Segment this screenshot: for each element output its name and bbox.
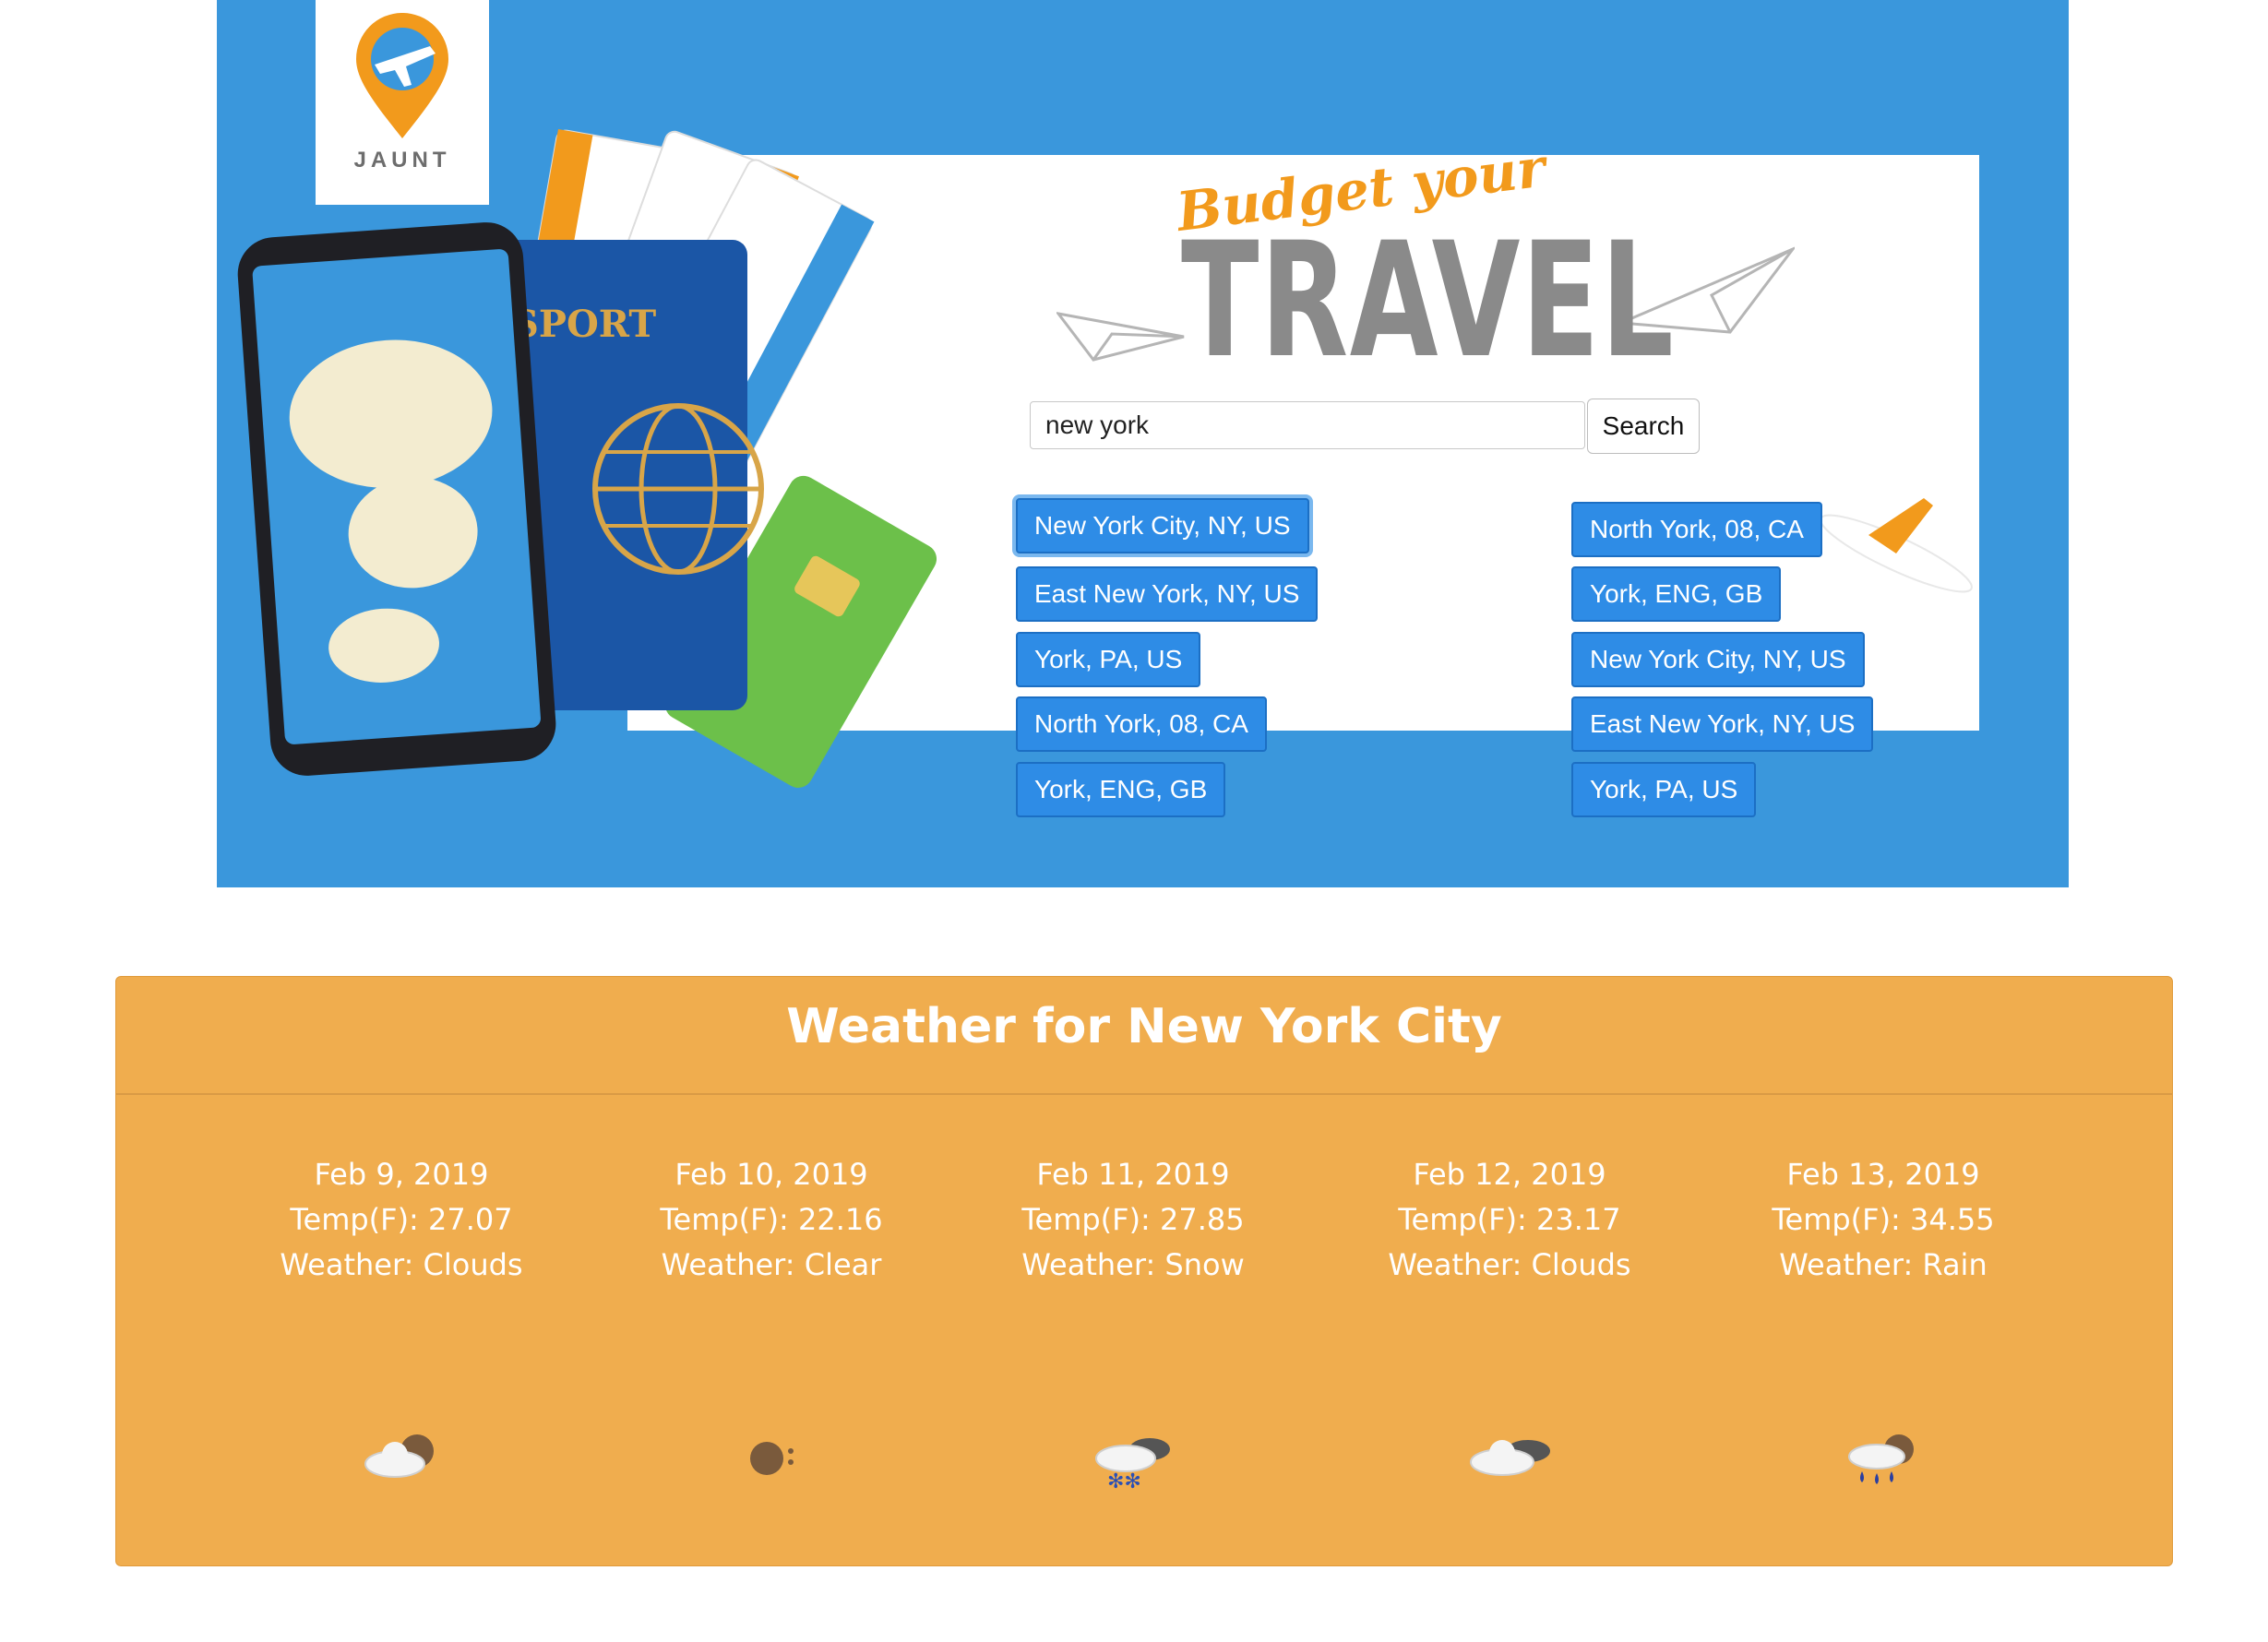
divider [116,1093,2172,1095]
forecast-temp: Temp(F): 23.17 [1398,1202,1621,1237]
search-button[interactable]: Search [1587,399,1700,454]
svg-text:SPORT: SPORT [512,303,656,346]
cloud-icon [1325,1429,1694,1493]
svg-text:✻✻: ✻✻ [1107,1470,1141,1493]
cloud-icon [217,1429,586,1493]
forecast-temp: Temp(F): 34.55 [1772,1202,1995,1237]
city-result-button[interactable]: York, PA, US [1016,632,1201,687]
forecast-weather: Weather: Rain [1779,1247,1987,1282]
city-result-button[interactable]: York, PA, US [1571,762,1757,817]
forecast-date: Feb 13, 2019 [1786,1157,1980,1192]
city-result-button[interactable]: New York City, NY, US [1016,498,1309,553]
city-result-button[interactable]: New York City, NY, US [1571,632,1865,687]
forecast-date: Feb 12, 2019 [1413,1157,1606,1192]
forecast-date: Feb 11, 2019 [1036,1157,1230,1192]
snow-icon: ✻✻ [949,1429,1318,1493]
city-result-button[interactable]: North York, 08, CA [1571,502,1822,557]
city-result-button[interactable]: York, ENG, GB [1571,566,1782,622]
forecast-temp: Temp(F): 22.16 [660,1202,883,1237]
forecast-weather: Weather: Snow [1021,1247,1245,1282]
forecast-weather: Weather: Clouds [1388,1247,1631,1282]
weather-panel: Weather for New York City Feb 9, 2019 Te… [115,976,2173,1566]
airplane-illustration [1820,498,1973,593]
logo-text: JAUNT [353,148,451,173]
search-input[interactable] [1030,401,1585,449]
forecast-day: Feb 12, 2019 Temp(F): 23.17 Weather: Clo… [1325,1152,1694,1476]
forecast-date: Feb 10, 2019 [674,1157,868,1192]
weather-title: Weather for New York City [786,999,1502,1054]
hero-banner: SPORT JAUNT Budget your TRAVEL Search Ne… [217,0,2069,887]
forecast-weather: Weather: Clouds [280,1247,523,1282]
travel-illustration: SPORT [237,129,937,788]
city-result-button[interactable]: East New York, NY, US [1571,696,1874,752]
plane-pin-icon [356,13,448,138]
forecast-temp: Temp(F): 27.85 [1021,1202,1245,1237]
forecast-temp: Temp(F): 27.07 [290,1202,513,1237]
rain-icon [1699,1429,2068,1493]
forecast-day: Feb 11, 2019 Temp(F): 27.85 Weather: Sno… [949,1152,1318,1493]
forecast-weather: Weather: Clear [661,1247,882,1282]
forecast-day: Feb 9, 2019 Temp(F): 27.07 Weather: Clou… [217,1152,586,1478]
city-result-button[interactable]: North York, 08, CA [1016,696,1267,752]
headline-main: TRAVEL [1181,208,1676,393]
clear-night-icon [587,1429,956,1493]
forecast-day: Feb 13, 2019 Temp(F): 34.55 Weather: Rai… [1699,1152,2068,1484]
jaunt-logo[interactable]: JAUNT [316,0,489,205]
city-result-button[interactable]: East New York, NY, US [1016,566,1319,622]
forecast-date: Feb 9, 2019 [314,1157,489,1192]
city-result-button[interactable]: York, ENG, GB [1016,762,1226,817]
forecast-day: Feb 10, 2019 Temp(F): 22.16 Weather: Cle… [587,1152,956,1475]
